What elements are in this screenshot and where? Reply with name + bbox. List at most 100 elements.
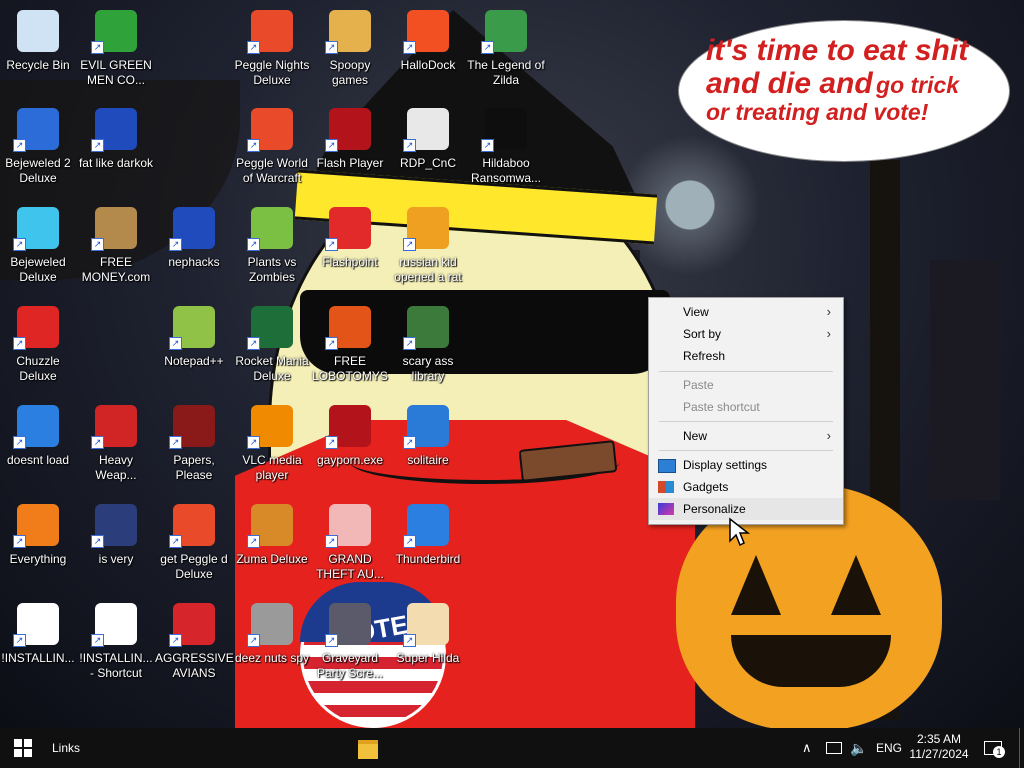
chevron-right-icon: › xyxy=(826,326,831,341)
volume-icon[interactable]: 🔈 xyxy=(850,728,867,768)
desktop-icon[interactable]: ↗ scary ass library xyxy=(389,306,467,384)
desktop-icon-label: doesnt load xyxy=(6,453,70,467)
desktop-icon[interactable]: ↗ doesnt load xyxy=(0,405,77,468)
file-explorer-button[interactable] xyxy=(356,728,380,768)
desktop-icon-label: Flashpoint xyxy=(322,255,378,269)
desktop-icon-label: russian kid opened a rat xyxy=(394,255,462,284)
clock[interactable]: 2:35 AM 11/27/2024 xyxy=(908,728,970,772)
shortcut-arrow-icon: ↗ xyxy=(91,238,104,251)
desktop-icon[interactable]: ↗ russian kid opened a rat xyxy=(389,207,467,285)
desktop-icon[interactable]: ↗ Papers, Please xyxy=(155,405,233,483)
desktop-icon[interactable]: ↗ is very xyxy=(77,504,155,567)
desktop-icon-label: scary ass library xyxy=(402,354,454,383)
desktop-icon[interactable]: ↗ FREE LOBOTOMYS xyxy=(311,306,389,384)
recycle-bin-icon xyxy=(17,10,59,52)
chevron-up-icon[interactable]: ∧ xyxy=(802,728,812,768)
desktop-icon[interactable]: ↗ !INSTALLIN... xyxy=(0,603,77,666)
desktop-icon[interactable]: ↗ VLC media player xyxy=(233,405,311,483)
chevron-right-icon: › xyxy=(826,304,831,319)
menu-item-sort-by[interactable]: Sort by › xyxy=(649,323,843,345)
display-settings-icon xyxy=(658,459,676,473)
start-button[interactable] xyxy=(14,728,36,768)
menu-item-refresh[interactable]: Refresh xyxy=(649,345,843,367)
desktop-icon[interactable]: ↗ Bejeweled 2 Deluxe xyxy=(0,108,77,186)
magnifier-icon: ↗ xyxy=(13,504,59,548)
desktop-icon[interactable]: ↗ EVIL GREEN MEN CO... xyxy=(77,10,155,88)
desktop-icon[interactable]: ↗ RDP_CnC xyxy=(389,108,467,171)
thunderbird-icon: ↗ xyxy=(13,405,59,449)
desktop-icon-label: solitaire xyxy=(407,453,449,467)
context-menu: View › Sort by › Refresh Paste Paste short… xyxy=(648,297,844,525)
shortcut-arrow-icon: ↗ xyxy=(247,238,260,251)
desktop-icon[interactable]: ↗ gayporn.exe xyxy=(311,405,389,468)
desktop-icon[interactable]: ↗ Hildaboo Ransomwa... xyxy=(467,108,545,186)
action-center-button[interactable]: 1 xyxy=(982,728,1005,768)
desktop-icon[interactable]: ↗ Heavy Weap... xyxy=(77,405,155,483)
desktop-icon[interactable]: ↗ get Peggle d Deluxe xyxy=(155,504,233,582)
desktop-icon-label: Everything xyxy=(9,552,67,566)
desktop-icon[interactable]: ↗ Plants vs Zombies xyxy=(233,207,311,285)
notepad-plus-icon: ↗ xyxy=(169,306,215,350)
menu-item-display-settings[interactable]: Display settings xyxy=(649,454,843,476)
desktop-icon-label: deez nuts spy xyxy=(234,651,310,665)
diamond-icon: ↗ xyxy=(13,207,59,251)
shortcut-arrow-icon: ↗ xyxy=(91,41,104,54)
yashma-icon: ↗ xyxy=(481,108,527,152)
papers-please-icon: ↗ xyxy=(169,405,215,449)
desktop-icon[interactable]: ↗ Spoopy games xyxy=(311,10,389,88)
show-desktop-button[interactable] xyxy=(1019,728,1024,768)
menu-item-gadgets[interactable]: Gadgets xyxy=(649,476,843,498)
desktop-icon[interactable]: ↗ Super Hilda xyxy=(389,603,467,666)
desktop-icon[interactable]: ↗ Everything xyxy=(0,504,77,567)
desktop-icon-label: Rocket Mania Deluxe xyxy=(235,354,309,383)
desktop-icon[interactable]: ↗ !INSTALLIN... - Shortcut xyxy=(77,603,155,681)
shortcut-arrow-icon: ↗ xyxy=(91,436,104,449)
graveyard-icon: ↗ xyxy=(325,603,371,647)
network-icon[interactable] xyxy=(826,728,842,768)
shortcut-arrow-icon: ↗ xyxy=(13,139,26,152)
desktop-icon[interactable]: ↗ Notepad++ xyxy=(155,306,233,369)
language-indicator[interactable]: ENG xyxy=(876,728,902,768)
shortcut-arrow-icon: ↗ xyxy=(403,139,416,152)
notification-count-badge: 1 xyxy=(993,746,1005,758)
links-toolbar[interactable]: Links xyxy=(52,728,80,768)
money-bag-icon: ↗ xyxy=(91,207,137,251)
pixel-character-icon: ↗ xyxy=(403,603,449,647)
desktop[interactable]: VOTE it's time to eat shit and die and g… xyxy=(0,0,1024,728)
flash-icon: ↗ xyxy=(325,405,371,449)
desktop-icon[interactable]: ↗ Chuzzle Deluxe xyxy=(0,306,77,384)
shortcut-arrow-icon: ↗ xyxy=(169,337,182,350)
desktop-icon[interactable]: ↗ The Legend of Zilda xyxy=(467,10,545,88)
anime-girl-icon: ↗ xyxy=(325,504,371,548)
desktop-icon[interactable]: ↗ fat like darkok xyxy=(77,108,155,171)
desktop-icon[interactable]: ↗ deez nuts spy xyxy=(233,603,311,666)
chevron-right-icon: › xyxy=(826,428,831,443)
desktop-icon[interactable]: ↗ Thunderbird xyxy=(389,504,467,567)
desktop-icon-label: Peggle Nights Deluxe xyxy=(234,58,310,87)
desktop-icon[interactable]: ↗ Flash Player xyxy=(311,108,389,171)
desktop-icon[interactable]: ↗ solitaire xyxy=(389,405,467,468)
desktop-icon[interactable]: ↗ HalloDock xyxy=(389,10,467,73)
shortcut-arrow-icon: ↗ xyxy=(403,41,416,54)
desktop-icon[interactable]: ↗ FREE MONEY.com xyxy=(77,207,155,285)
desktop-icon-label: Bejeweled 2 Deluxe xyxy=(5,156,71,185)
desktop-icon[interactable]: ↗ Peggle World of Warcraft xyxy=(233,108,311,186)
desktop-icon[interactable]: ↗ Rocket Mania Deluxe xyxy=(233,306,311,384)
desktop-icon[interactable]: ↗ nephacks xyxy=(155,207,233,270)
desktop-icon[interactable]: ↗ AGGRESSIVE AVIANS xyxy=(155,603,234,681)
mpi-logo-icon: ↗ xyxy=(169,207,215,251)
desktop-icon-label: RDP_CnC xyxy=(399,156,456,170)
windows-stack-icon: ↗ xyxy=(247,603,293,647)
desktop-icon[interactable]: ↗ Graveyard Party Scre... xyxy=(311,603,389,681)
desktop-icon[interactable]: Recycle Bin xyxy=(0,10,77,73)
flash-icon: ↗ xyxy=(325,108,371,152)
peggle-icon: ↗ xyxy=(247,108,293,152)
desktop-icon[interactable]: ↗ Zuma Deluxe xyxy=(233,504,311,567)
desktop-icon[interactable]: ↗ Flashpoint xyxy=(311,207,389,270)
clock-time: 2:35 AM xyxy=(916,732,962,746)
menu-item-view[interactable]: View › xyxy=(649,301,843,323)
desktop-icon[interactable]: ↗ Peggle Nights Deluxe xyxy=(233,10,311,88)
menu-item-new[interactable]: New › xyxy=(649,425,843,447)
desktop-icon[interactable]: ↗ GRAND THEFT AU... xyxy=(311,504,389,582)
desktop-icon[interactable]: ↗ Bejeweled Deluxe xyxy=(0,207,77,285)
